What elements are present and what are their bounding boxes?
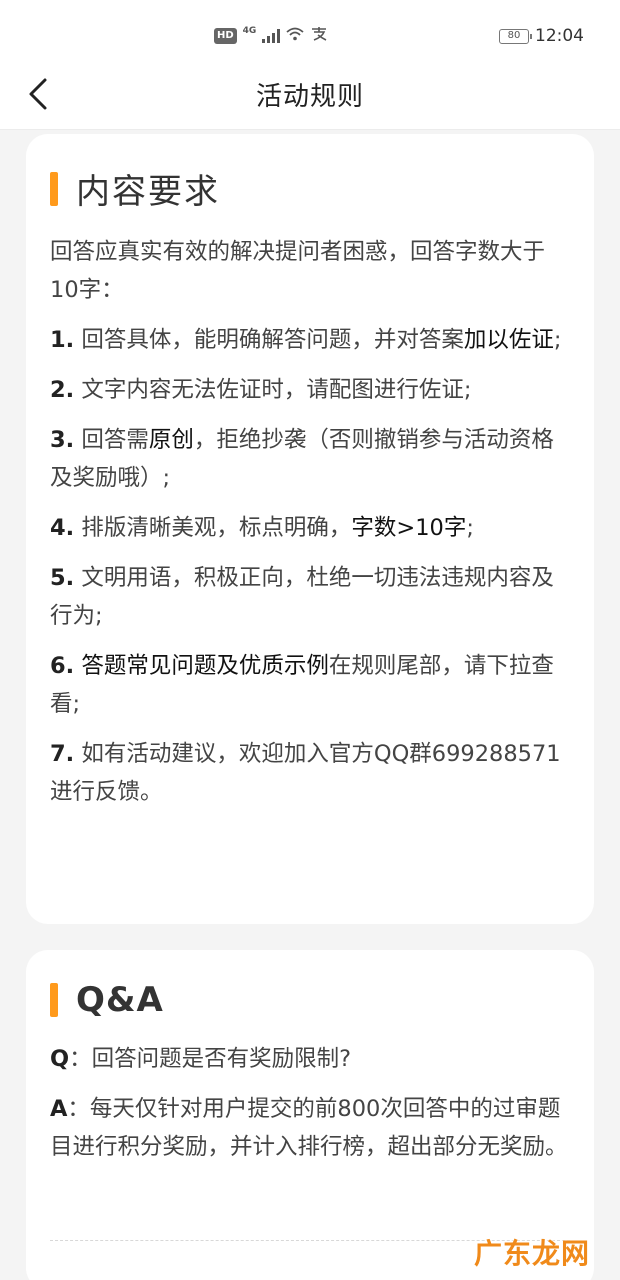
rule-text: 回答需 — [74, 427, 149, 453]
qa-answer: A：每天仅针对用户提交的前800次回答中的过审题目进行积分奖励，并计入排行榜，超… — [50, 1090, 570, 1166]
hd-badge: HD — [214, 28, 237, 44]
qa-question: Q：回答问题是否有奖励限制? — [50, 1040, 570, 1078]
clock: 12:04 — [535, 26, 584, 46]
wifi-icon — [286, 27, 304, 45]
rule-number: 7. — [50, 741, 75, 767]
section-header: Q&A — [50, 980, 570, 1020]
rule-number: 2. — [50, 377, 75, 403]
section-header: 内容要求 — [50, 164, 570, 213]
answer-prefix: A — [50, 1096, 68, 1122]
qa-card: Q&A Q：回答问题是否有奖励限制? A：每天仅针对用户提交的前800次回答中的… — [26, 950, 594, 1280]
rule-number: 6. — [50, 653, 75, 679]
rule-text: 原创 — [148, 427, 194, 453]
signal-icon — [262, 29, 281, 43]
rule-text: ; — [466, 515, 474, 541]
rule-item: 6. 答题常见问题及优质示例在规则尾部，请下拉查看; — [50, 647, 570, 723]
rule-number: 5. — [50, 565, 75, 591]
rule-text: 加以佐证 — [463, 327, 554, 353]
network-type: 4G — [242, 26, 257, 36]
content-requirements-card: 内容要求 回答应真实有效的解决提问者困惑，回答字数大于10字： 1. 回答具体，… — [26, 134, 594, 924]
rule-text: 回答具体，能明确解答问题，并对答案 — [74, 327, 464, 353]
rule-text: 答题常见问题及优质示例 — [74, 653, 329, 679]
rule-item: 7. 如有活动建议，欢迎加入官方QQ群699288571进行反馈。 — [50, 735, 570, 811]
rule-text: 文字内容无法佐证时，请配图进行佐证; — [74, 377, 472, 403]
rule-item: 1. 回答具体，能明确解答问题，并对答案加以佐证; — [50, 321, 570, 359]
page-title: 活动规则 — [255, 82, 364, 112]
accent-bar — [50, 983, 58, 1017]
status-indicators: HD 4G — [214, 24, 328, 48]
intro-text: 回答应真实有效的解决提问者困惑，回答字数大于10字： — [50, 239, 546, 303]
alipay-icon — [310, 26, 328, 46]
answer-text: ：每天仅针对用户提交的前800次回答中的过审题目进行积分奖励，并计入排行榜，超出… — [50, 1096, 568, 1160]
question-prefix: Q — [50, 1046, 70, 1072]
battery-level: 80 — [507, 30, 521, 41]
question-text: ：回答问题是否有奖励限制? — [69, 1046, 352, 1072]
rule-item: 4. 排版清晰美观，标点明确，字数>10字; — [50, 509, 570, 547]
rule-item: 5. 文明用语，积极正向，杜绝一切违法违规内容及行为; — [50, 559, 570, 635]
status-right: 80 12:04 — [499, 24, 584, 48]
rule-text: ; — [553, 327, 562, 353]
section-title: 内容要求 — [76, 172, 220, 212]
rule-number: 3. — [50, 427, 75, 453]
rule-text: 排版清晰美观，标点明确， — [74, 515, 352, 541]
watermark: 广东龙网 — [473, 1237, 590, 1270]
rule-number: 4. — [50, 515, 75, 541]
section-title: Q&A — [76, 980, 164, 1020]
rule-item: 2. 文字内容无法佐证时，请配图进行佐证; — [50, 371, 570, 409]
rule-text: 字数>10字 — [351, 515, 467, 541]
navigation-bar: 活动规则 — [0, 60, 620, 130]
battery-icon: 80 — [499, 28, 532, 44]
rule-text: 如有活动建议，欢迎加入官方QQ群699288571进行反馈。 — [50, 741, 561, 805]
rule-number: 1. — [50, 327, 75, 353]
rules-list: 1. 回答具体，能明确解答问题，并对答案加以佐证; 2. 文字内容无法佐证时，请配… — [50, 321, 570, 811]
accent-bar — [50, 171, 58, 206]
rule-text: 文明用语，积极正向，杜绝一切违法违规内容及行为; — [50, 565, 554, 629]
rule-item: 3. 回答需原创，拒绝抄袭（否则撤销参与活动资格及奖励哦）; — [50, 421, 570, 497]
